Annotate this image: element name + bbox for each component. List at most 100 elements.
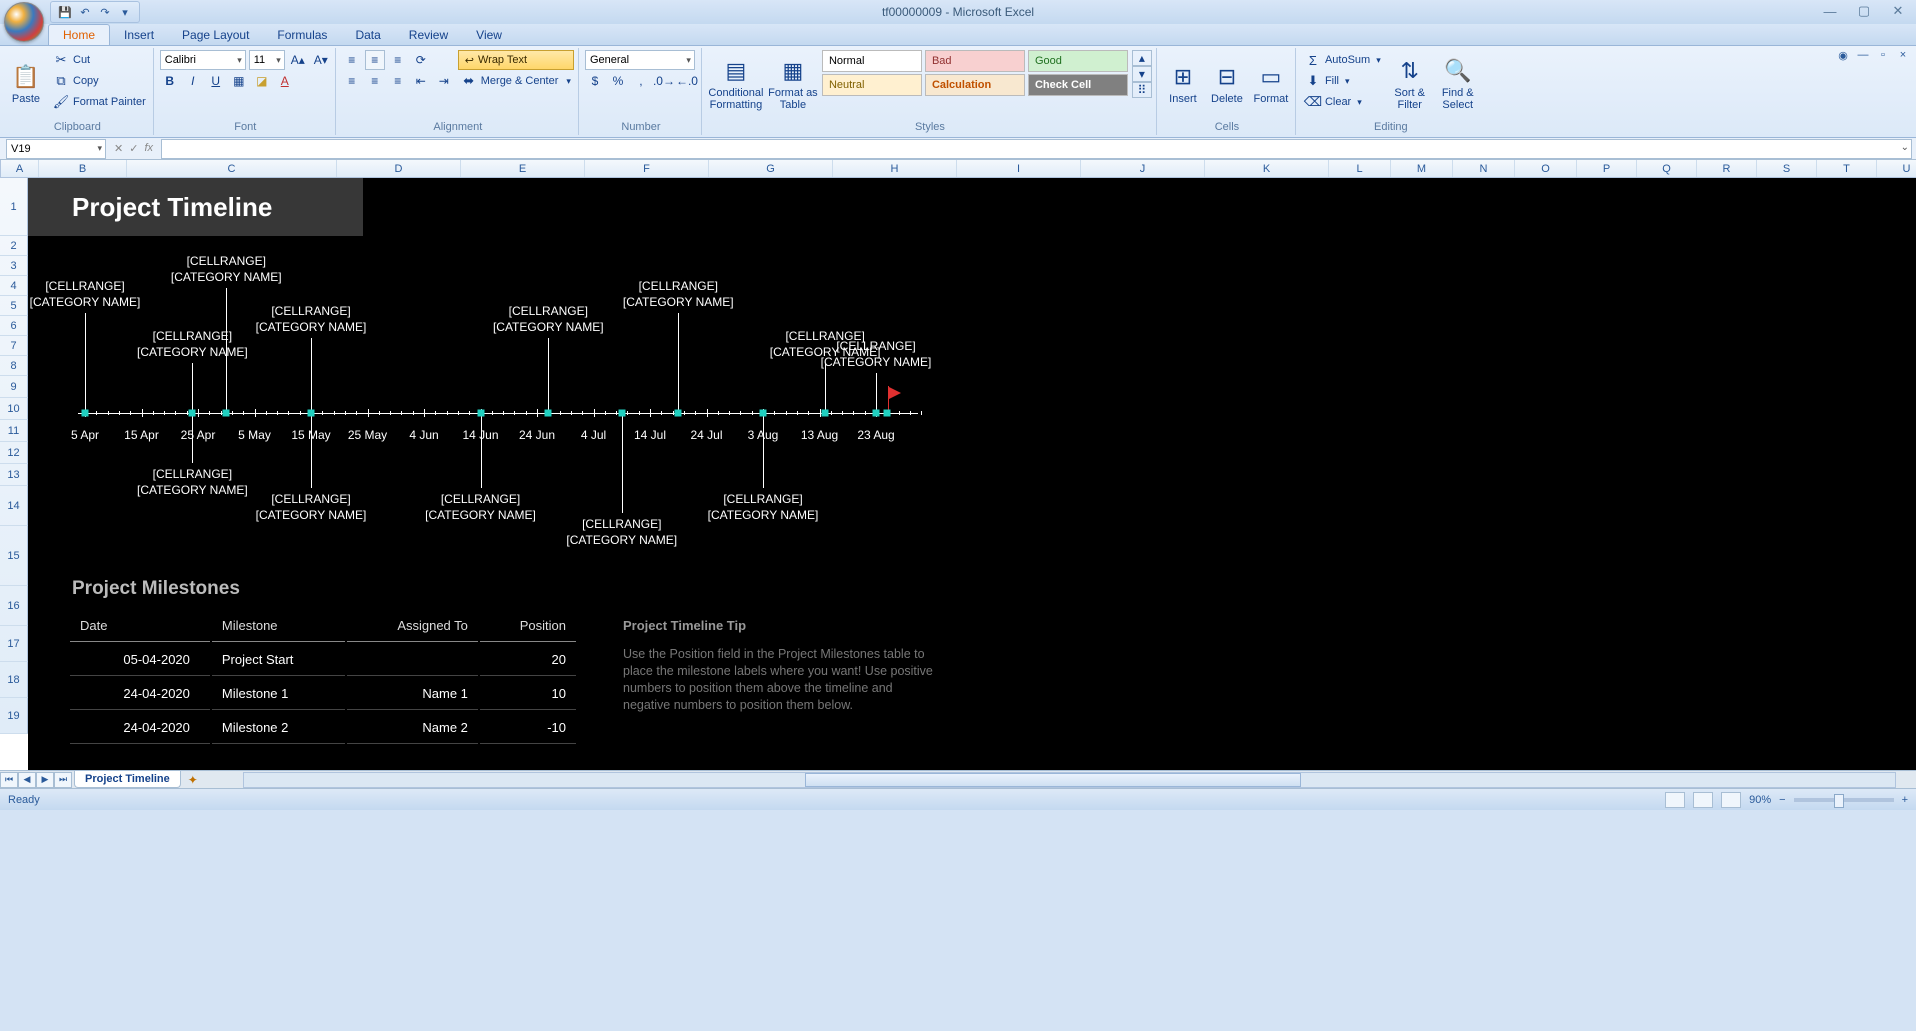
copy-button[interactable]: ⧉Copy (50, 71, 149, 91)
minimize-button[interactable]: — (1818, 2, 1842, 20)
row-header[interactable]: 13 (0, 464, 28, 486)
fill-color-button[interactable]: ◪ (252, 71, 272, 91)
col-header[interactable]: O (1515, 160, 1577, 177)
col-header[interactable]: G (709, 160, 833, 177)
table-cell[interactable]: Milestone 2 (212, 712, 345, 744)
table-cell[interactable]: -10 (480, 712, 576, 744)
row-header[interactable]: 2 (0, 236, 28, 256)
decrease-decimal-icon[interactable]: ←.0 (677, 71, 697, 91)
tab-data[interactable]: Data (341, 25, 394, 45)
col-header[interactable]: K (1205, 160, 1329, 177)
col-header[interactable]: J (1081, 160, 1205, 177)
insert-button[interactable]: ⊞Insert (1163, 50, 1203, 116)
table-cell[interactable]: Milestone 1 (212, 678, 345, 710)
delete-button[interactable]: ⊟Delete (1207, 50, 1247, 116)
clear-button[interactable]: ⌫Clear▾ (1302, 92, 1384, 112)
styles-more-icon[interactable]: ⠿ (1132, 82, 1152, 98)
undo-icon[interactable]: ↶ (77, 4, 93, 20)
increase-font-icon[interactable]: A▴ (288, 50, 308, 70)
row-header[interactable]: 3 (0, 256, 28, 276)
ribbon-restore-icon[interactable]: ▫ (1876, 48, 1890, 62)
font-size-combo[interactable]: 11 (249, 50, 285, 70)
name-box[interactable]: V19 (6, 139, 106, 159)
col-header[interactable]: P (1577, 160, 1637, 177)
col-header[interactable]: C (127, 160, 337, 177)
number-format-combo[interactable]: General (585, 50, 695, 70)
col-header[interactable]: H (833, 160, 957, 177)
row-header[interactable]: 1 (0, 178, 28, 236)
col-header[interactable]: B (39, 160, 127, 177)
increase-decimal-icon[interactable]: .0→ (654, 71, 674, 91)
cell-style-normal[interactable]: Normal (822, 50, 922, 72)
new-sheet-icon[interactable]: ✦ (183, 772, 203, 788)
tab-nav-prev-icon[interactable]: ◀ (18, 772, 36, 788)
row-header[interactable]: 19 (0, 698, 28, 734)
formula-expand-icon[interactable]: ⌄ (1901, 142, 1909, 153)
table-cell[interactable] (347, 644, 478, 676)
increase-indent-icon[interactable]: ⇥ (434, 71, 454, 91)
row-header[interactable]: 14 (0, 486, 28, 526)
table-cell[interactable]: 24-04-2020 (70, 712, 210, 744)
find-select-button[interactable]: 🔍Find & Select (1436, 50, 1480, 116)
italic-button[interactable]: I (183, 71, 203, 91)
tab-review[interactable]: Review (395, 25, 462, 45)
col-header[interactable]: D (337, 160, 461, 177)
tab-nav-next-icon[interactable]: ▶ (36, 772, 54, 788)
tab-insert[interactable]: Insert (110, 25, 168, 45)
row-header[interactable]: 8 (0, 356, 28, 376)
enter-formula-icon[interactable]: ✓ (129, 142, 138, 155)
paste-button[interactable]: 📋 Paste (6, 50, 46, 116)
table-cell[interactable]: 10 (480, 678, 576, 710)
table-cell[interactable]: Project Start (212, 644, 345, 676)
tab-formulas[interactable]: Formulas (263, 25, 341, 45)
tab-nav-first-icon[interactable]: ⏮ (0, 772, 18, 788)
save-icon[interactable]: 💾 (57, 4, 73, 20)
underline-button[interactable]: U (206, 71, 226, 91)
conditional-formatting-button[interactable]: ▤ Conditional Formatting (708, 50, 764, 116)
cell-style-bad[interactable]: Bad (925, 50, 1025, 72)
col-header[interactable]: N (1453, 160, 1515, 177)
align-left-icon[interactable]: ≡ (342, 71, 362, 91)
table-cell[interactable]: 24-04-2020 (70, 678, 210, 710)
zoom-slider[interactable] (1794, 798, 1894, 802)
row-header[interactable]: 5 (0, 296, 28, 316)
format-as-table-button[interactable]: ▦ Format as Table (768, 50, 818, 116)
col-header[interactable]: T (1817, 160, 1877, 177)
col-header[interactable]: M (1391, 160, 1453, 177)
table-row[interactable]: 05-04-2020Project Start20 (70, 644, 576, 676)
cell-style-good[interactable]: Good (1028, 50, 1128, 72)
table-row[interactable]: 24-04-2020Milestone 2Name 2-10 (70, 712, 576, 744)
spreadsheet-grid[interactable]: ABCDEFGHIJKLMNOPQRSTUV 12345678910111213… (0, 160, 1916, 770)
table-cell[interactable]: Name 2 (347, 712, 478, 744)
row-header[interactable]: 12 (0, 442, 28, 464)
office-button[interactable] (4, 2, 44, 42)
ribbon-minimize-icon[interactable]: — (1856, 48, 1870, 62)
close-button[interactable]: ✕ (1886, 2, 1910, 20)
row-header[interactable]: 18 (0, 662, 28, 698)
merge-button[interactable]: ⬌Merge & Center▾ (458, 71, 574, 91)
worksheet-content[interactable]: Project Timeline 5 Apr15 Apr25 Apr5 May1… (28, 178, 1916, 770)
decrease-font-icon[interactable]: A▾ (311, 50, 331, 70)
styles-scroll-down-icon[interactable]: ▾ (1132, 66, 1152, 82)
formula-input[interactable]: ⌄ (161, 139, 1912, 159)
sort-filter-button[interactable]: ⇅Sort & Filter (1388, 50, 1432, 116)
tab-page-layout[interactable]: Page Layout (168, 25, 263, 45)
percent-icon[interactable]: % (608, 71, 628, 91)
ribbon-close-icon[interactable]: × (1896, 48, 1910, 62)
col-header[interactable]: L (1329, 160, 1391, 177)
page-layout-view-icon[interactable] (1693, 792, 1713, 808)
row-header[interactable]: 7 (0, 336, 28, 356)
font-name-combo[interactable]: Calibri (160, 50, 246, 70)
format-button[interactable]: ▭Format (1251, 50, 1291, 116)
row-header[interactable]: 16 (0, 586, 28, 626)
col-header[interactable]: A (1, 160, 39, 177)
styles-scroll-up-icon[interactable]: ▴ (1132, 50, 1152, 66)
align-center-icon[interactable]: ≡ (365, 71, 385, 91)
zoom-out-icon[interactable]: − (1779, 794, 1785, 806)
normal-view-icon[interactable] (1665, 792, 1685, 808)
row-header[interactable]: 6 (0, 316, 28, 336)
cell-style-neutral[interactable]: Neutral (822, 74, 922, 96)
col-header[interactable]: S (1757, 160, 1817, 177)
qat-dropdown-icon[interactable]: ▾ (117, 4, 133, 20)
row-header[interactable]: 11 (0, 420, 28, 442)
